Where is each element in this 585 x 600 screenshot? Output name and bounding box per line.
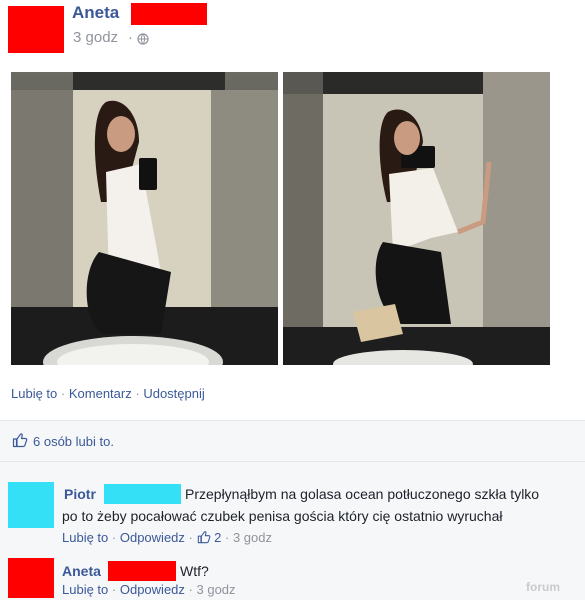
post-actions-bar: Lubię to · Komentarz · Udostępnij xyxy=(11,386,205,401)
post-photo-2[interactable] xyxy=(283,72,550,365)
separator: · xyxy=(135,386,140,401)
comment-2-like-button[interactable]: Lubię to xyxy=(62,582,108,597)
like-action[interactable]: Lubię to xyxy=(11,386,57,401)
post-photo-1[interactable] xyxy=(11,72,278,365)
share-action[interactable]: Udostępnij xyxy=(143,386,204,401)
separator: · xyxy=(111,530,117,545)
comment-2-actions: Lubię to · Odpowiedz · 3 godz xyxy=(62,582,236,597)
post-author-avatar[interactable] xyxy=(8,6,64,53)
comment-1-surname-redaction xyxy=(104,484,181,504)
thumbs-up-icon xyxy=(197,531,210,544)
comment-action[interactable]: Komentarz xyxy=(69,386,132,401)
separator: · xyxy=(111,582,117,597)
comment-2-time[interactable]: 3 godz xyxy=(197,582,236,597)
photo-1-illustration xyxy=(11,72,278,365)
comment-1-text-line-2: po to żeby pocałować czubek penisa gości… xyxy=(62,508,503,524)
author-surname-redaction xyxy=(131,3,207,25)
comment-1-text-line-1: Przepłynąłbym na golasa ocean potłuczone… xyxy=(185,486,540,502)
comment-1-like-count[interactable]: 2 xyxy=(214,530,221,545)
likes-summary[interactable]: 6 osób lubi to. xyxy=(33,434,114,449)
separator: · xyxy=(60,386,66,401)
post-author-name[interactable]: Aneta xyxy=(72,3,119,23)
comment-2-avatar[interactable] xyxy=(8,558,54,598)
comment-2-surname-redaction xyxy=(108,561,176,581)
comment-1-reply-button[interactable]: Odpowiedz xyxy=(120,530,185,545)
separator: · xyxy=(188,530,193,545)
comment-1-time[interactable]: 3 godz xyxy=(233,530,272,545)
comment-1-actions: Lubię to · Odpowiedz · 2 · 3 godz xyxy=(62,530,272,545)
separator: · xyxy=(128,29,133,46)
separator: · xyxy=(224,530,230,545)
comment-2-reply-button[interactable]: Odpowiedz xyxy=(120,582,185,597)
post-timestamp[interactable]: 3 godz xyxy=(73,29,118,46)
globe-icon xyxy=(137,33,149,45)
comment-2-text: Wtf? xyxy=(180,563,209,579)
watermark: forum xyxy=(526,580,560,594)
separator: · xyxy=(188,582,193,597)
comment-1-avatar[interactable] xyxy=(8,482,54,528)
comment-1-author[interactable]: Piotr xyxy=(64,486,96,502)
comment-1-like-button[interactable]: Lubię to xyxy=(62,530,108,545)
comment-2-author[interactable]: Aneta xyxy=(62,563,101,579)
thumbs-up-icon xyxy=(12,433,28,448)
photo-2-illustration xyxy=(283,72,550,365)
